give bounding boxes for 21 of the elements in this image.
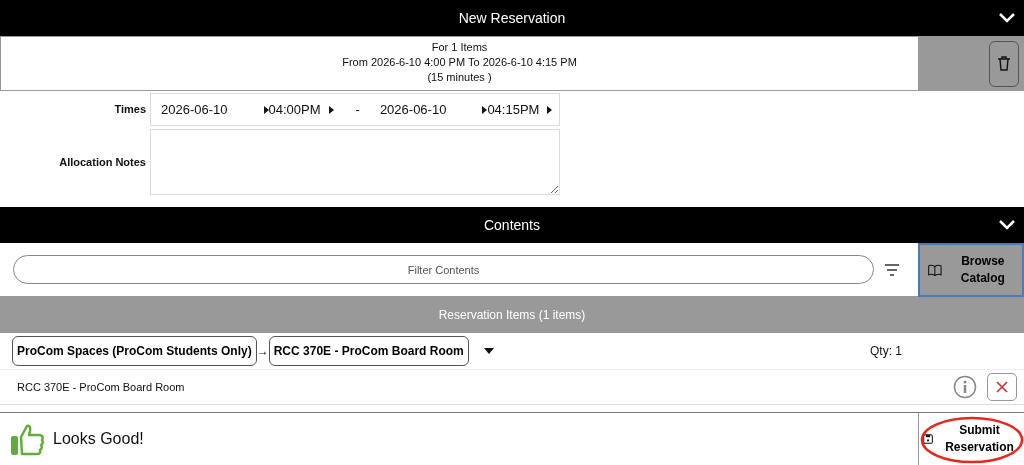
quantity-text: Qty: 1 bbox=[870, 343, 902, 360]
arrow-text: → bbox=[256, 343, 269, 360]
field-label: Times bbox=[113, 102, 147, 118]
summary-text: (15 minutes ) bbox=[426, 70, 493, 85]
field-label: Allocation Notes bbox=[58, 154, 147, 170]
breadcrumb-button[interactable]: ProCom Spaces (ProCom Students Only) bbox=[12, 336, 257, 366]
breadcrumb-button[interactable]: RCC 370E - ProCom Board Room bbox=[268, 336, 469, 366]
summary-text: For 1 Items bbox=[430, 40, 489, 55]
item-name: RCC 370E - ProCom Board Room bbox=[17, 379, 185, 395]
time-value[interactable]: 04:15PM bbox=[487, 99, 540, 120]
section-title: Reservation Items (1 items) bbox=[438, 307, 586, 324]
header-title: New Reservation bbox=[458, 8, 566, 28]
browse-catalog-button[interactable]: Browse Catalog bbox=[918, 242, 1024, 297]
date-value[interactable]: 2026-06-10 bbox=[161, 99, 228, 120]
section-title: Contents bbox=[483, 215, 540, 235]
date-value[interactable]: 2026-06-10 bbox=[379, 99, 447, 120]
time-value[interactable]: 04:00PM bbox=[268, 99, 321, 120]
filter-field[interactable]: Filter Contents bbox=[13, 255, 874, 284]
separator-text: - bbox=[355, 100, 360, 119]
summary-text: From 2026-6-10 4:00 PM To 2026-6-10 4:15 PM bbox=[341, 55, 578, 70]
status-text: Looks Good! bbox=[53, 429, 144, 449]
